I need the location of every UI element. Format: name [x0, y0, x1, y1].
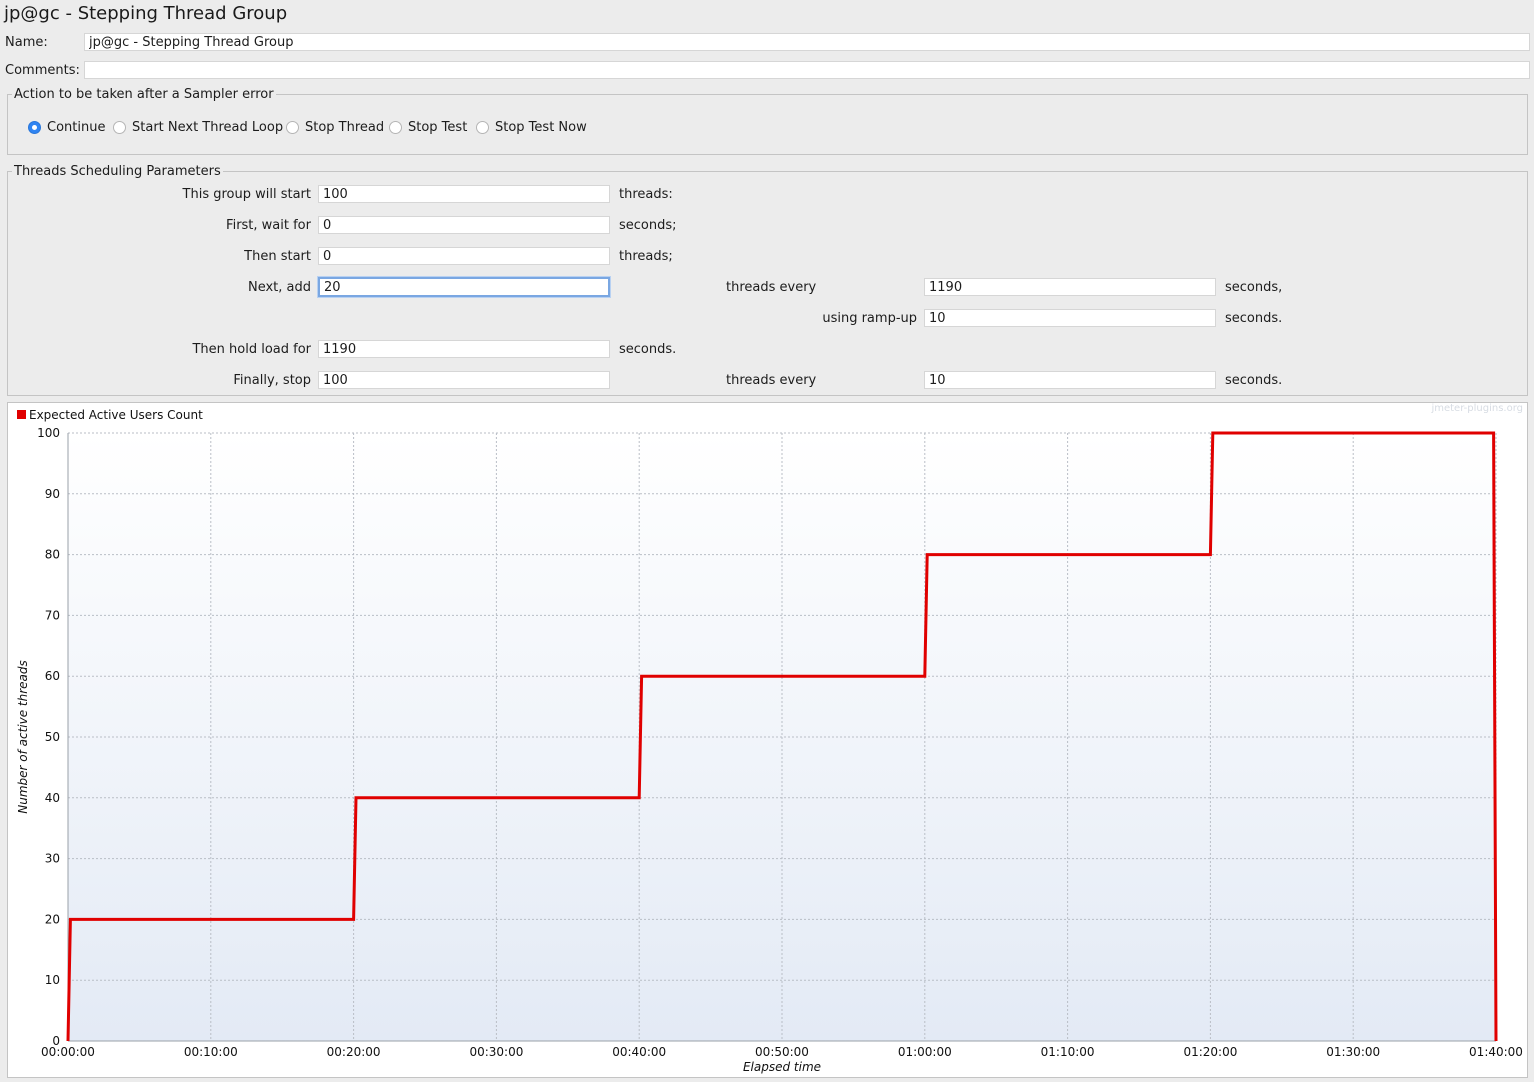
radio-stop-test-now-label: Stop Test Now [495, 120, 587, 135]
radio-continue-label: Continue [47, 120, 106, 135]
x-tick-label: 00:00:00 [41, 1045, 95, 1059]
radio-start-next-thread-loop[interactable]: Start Next Thread Loop [113, 120, 283, 135]
watermark: jmeter-plugins.org [1430, 403, 1523, 414]
ramp-up-field[interactable] [924, 309, 1216, 327]
hold-load-field[interactable] [318, 340, 610, 358]
active-threads-chart: 010203040506070809010000:00:00 00:10:00 00… [16, 403, 1523, 1074]
radio-unselected-icon [113, 121, 126, 134]
name-field[interactable] [84, 33, 1530, 51]
initial-delay-label: First, wait for [226, 218, 311, 233]
x-tick-label: 00:10:00 [184, 1045, 238, 1059]
y-tick-label: 80 [45, 548, 60, 562]
y-tick-label: 90 [45, 487, 60, 501]
start-threads-unit: threads: [619, 187, 673, 202]
x-axis-label: Elapsed time [743, 1060, 821, 1074]
scheduling-legend: Threads Scheduling Parameters [12, 164, 223, 179]
x-tick-label: 01:30:00 [1326, 1045, 1380, 1059]
threads-every-label: threads every [726, 280, 817, 295]
x-tick-label: 00:30:00 [469, 1045, 523, 1059]
next-add-field[interactable] [318, 277, 610, 297]
radio-unselected-icon [476, 121, 489, 134]
finally-stop-field[interactable] [318, 371, 610, 389]
threads-every-unit: seconds, [1225, 280, 1283, 295]
y-tick-label: 100 [37, 426, 60, 440]
radio-stop-test[interactable]: Stop Test [389, 120, 467, 135]
radio-stop-test-label: Stop Test [408, 120, 468, 135]
x-tick-label: 01:10:00 [1041, 1045, 1095, 1059]
comments-field[interactable] [84, 61, 1530, 79]
x-tick-label: 00:20:00 [327, 1045, 381, 1059]
radio-continue[interactable]: Continue [28, 120, 105, 135]
y-tick-label: 20 [45, 912, 60, 926]
radio-start-next-thread-loop-label: Start Next Thread Loop [132, 120, 284, 135]
y-tick-label: 50 [45, 730, 60, 744]
comments-label: Comments: [5, 63, 80, 78]
radio-unselected-icon [286, 121, 299, 134]
legend-label: Expected Active Users Count [29, 408, 203, 422]
initial-delay-unit: seconds; [619, 218, 677, 233]
sampler-error-legend: Action to be taken after a Sampler error [12, 87, 276, 102]
ramp-up-unit: seconds. [1225, 311, 1283, 326]
start-threads-field[interactable] [318, 185, 610, 203]
then-start-label: Then start [244, 249, 311, 264]
hold-load-unit: seconds. [619, 342, 677, 357]
chart-panel: 0 10 20 30 40 50 60 70 80 90 100 00:00:00 00:10:00 00… [7, 402, 1528, 1078]
y-tick-label: 40 [45, 791, 60, 805]
radio-stop-thread[interactable]: Stop Thread [286, 120, 384, 135]
radio-stop-thread-label: Stop Thread [305, 120, 385, 135]
stop-every-unit: seconds. [1225, 373, 1283, 388]
stop-every-label: threads every [726, 373, 817, 388]
y-tick-label: 10 [45, 973, 60, 987]
hold-load-label: Then hold load for [192, 342, 311, 357]
x-tick-label: 00:50:00 [755, 1045, 809, 1059]
stop-every-field[interactable] [924, 371, 1216, 389]
y-tick-label: 70 [45, 608, 60, 622]
ramp-up-label: using ramp-up [822, 311, 917, 326]
then-start-field[interactable] [318, 247, 610, 265]
x-tick-label: 01:40:00 [1469, 1045, 1523, 1059]
start-threads-label: This group will start [182, 187, 311, 202]
x-tick-label: 01:00:00 [898, 1045, 952, 1059]
y-axis-label: Number of active threads [16, 660, 30, 814]
then-start-unit: threads; [619, 249, 673, 264]
radio-selected-icon [28, 121, 41, 134]
finally-stop-label: Finally, stop [233, 373, 311, 388]
next-add-label: Next, add [247, 280, 311, 295]
initial-delay-field[interactable] [318, 216, 610, 234]
x-tick-label: 01:20:00 [1183, 1045, 1237, 1059]
x-tick-label: 00:40:00 [612, 1045, 666, 1059]
name-label: Name: [5, 35, 48, 50]
page-title: jp@gc - Stepping Thread Group [4, 3, 288, 24]
radio-stop-test-now[interactable]: Stop Test Now [476, 120, 587, 135]
y-tick-label: 30 [45, 852, 60, 866]
legend-swatch [17, 410, 26, 419]
radio-unselected-icon [389, 121, 402, 134]
y-tick-label: 60 [45, 669, 60, 683]
threads-every-field[interactable] [924, 278, 1216, 296]
